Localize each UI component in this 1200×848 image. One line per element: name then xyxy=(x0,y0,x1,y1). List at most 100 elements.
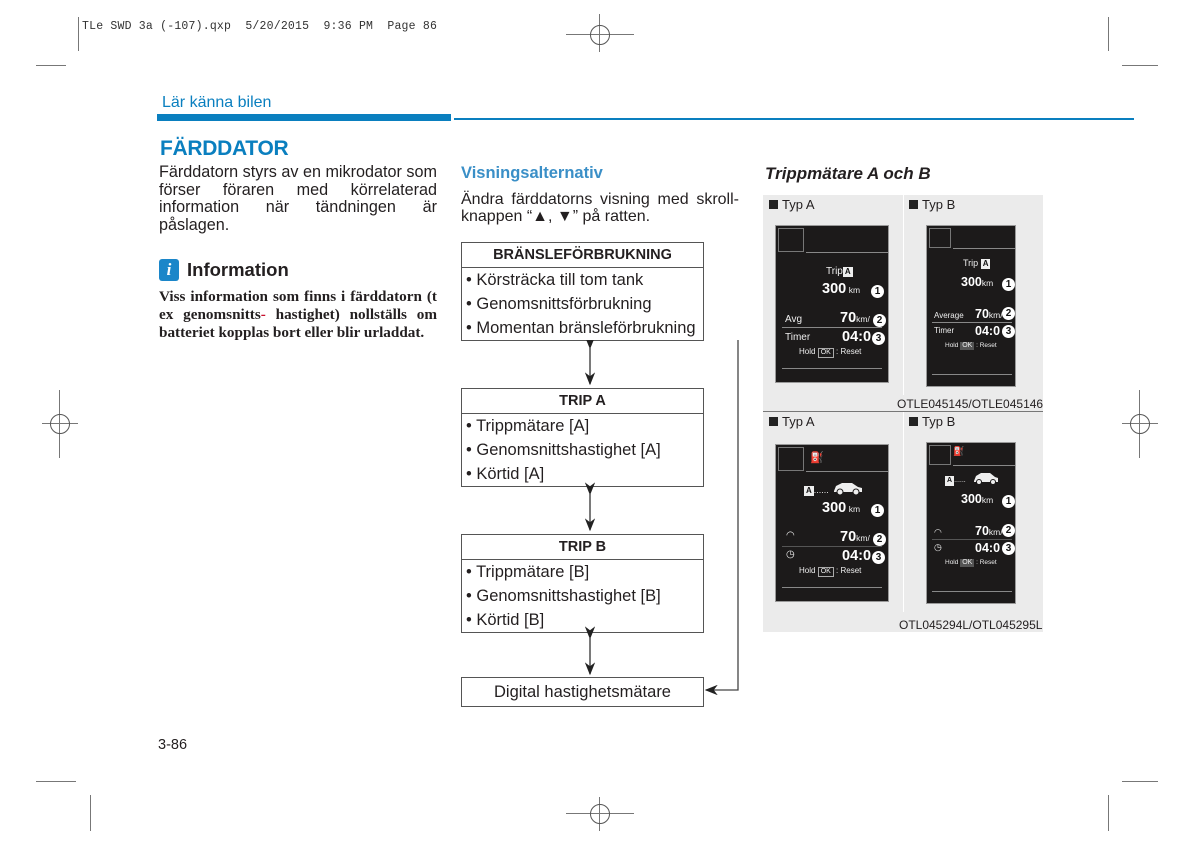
time-value: 04:0 xyxy=(975,324,1001,338)
trip-label: Trip xyxy=(826,266,843,277)
fuel-pump-icon: ⛽ xyxy=(953,446,965,456)
car-icon xyxy=(834,483,862,496)
speed-unit: km/ xyxy=(856,533,870,543)
callout-marker: 2 xyxy=(873,314,886,327)
car-icon xyxy=(974,473,998,485)
trip-dots: ...... xyxy=(813,485,829,495)
distance-unit: km xyxy=(981,278,994,288)
info-title: Information xyxy=(187,259,289,280)
trip-tag: A xyxy=(980,259,991,269)
type-label-text: Typ A xyxy=(782,197,815,212)
reset-text: : Reset xyxy=(976,342,997,349)
callout-marker: 2 xyxy=(1002,524,1015,537)
speed-value: 70 xyxy=(975,524,989,538)
cluster-screen: Trip A 300 km 1 Avg 70km/ 2 Timer 04:0 3 … xyxy=(775,225,889,383)
timer-label: Timer xyxy=(785,332,811,343)
loop-arrow-icon xyxy=(704,340,739,696)
info-body-hyphen: - xyxy=(260,306,266,323)
subsection-title: Visningsalternativ xyxy=(461,164,603,182)
page-title: FÄRDDATOR xyxy=(160,137,289,160)
distance-value: 300 xyxy=(822,281,847,297)
header-rule-thick xyxy=(157,114,451,121)
type-label-text: Typ A xyxy=(782,414,815,429)
crop-mark xyxy=(36,65,66,66)
ok-button-glyph: OK xyxy=(960,342,975,350)
avg-label: Avg xyxy=(785,314,803,325)
ok-button-glyph: OK xyxy=(817,567,834,577)
type-label: Typ B xyxy=(909,414,955,429)
clock-icon: ◷ xyxy=(934,542,942,552)
square-bullet-icon xyxy=(769,417,778,426)
trip-tag: A xyxy=(804,486,814,496)
timer-label: Timer xyxy=(934,326,955,335)
callout-marker: 1 xyxy=(871,285,884,298)
panel-divider xyxy=(903,412,904,612)
flow-box-item: • Körsträcka till tom tank xyxy=(466,271,644,289)
distance-unit: km xyxy=(848,504,861,514)
fuel-pump-icon: ⛽ xyxy=(810,452,824,464)
type-label-text: Typ B xyxy=(922,414,956,429)
hold-text: Hold xyxy=(945,559,959,566)
distance-value: 300 xyxy=(961,275,982,289)
hold-text: Hold xyxy=(945,342,959,349)
square-bullet-icon xyxy=(909,200,918,209)
hold-text: Hold xyxy=(799,347,816,356)
ok-button-glyph: OK xyxy=(817,348,834,358)
trip-dots: ...... xyxy=(954,477,966,484)
flow-arrows xyxy=(584,340,739,696)
print-slug: TLe SWD 3a (-107).qxp 5/20/2015 9:36 PM … xyxy=(82,20,438,33)
crop-mark xyxy=(36,781,76,782)
callout-marker: 1 xyxy=(1002,495,1015,508)
callout-marker: 3 xyxy=(1002,325,1015,338)
callout-marker: 3 xyxy=(1002,542,1015,555)
callout-marker: 3 xyxy=(872,332,885,345)
header-rule-thin xyxy=(454,118,1134,120)
distance-unit: km xyxy=(981,495,994,505)
callout-marker: 3 xyxy=(872,551,885,564)
reset-text: : Reset xyxy=(836,347,862,356)
trip-label: Trip xyxy=(963,258,979,268)
time-value: 04:0 xyxy=(842,329,872,345)
flow-box-item: • Momentan bränsleförbrukning xyxy=(466,319,696,337)
distance-value: 300 xyxy=(961,492,982,506)
flow-box-fuel: BRÄNSLEFÖRBRUKNING • Körsträcka till tom… xyxy=(461,242,704,341)
speed-unit: km/ xyxy=(988,310,1003,320)
avg-label: Average xyxy=(934,311,964,320)
panel-divider xyxy=(903,195,904,395)
callout-marker: 1 xyxy=(1002,278,1015,291)
speedometer-icon: ◠ xyxy=(786,530,795,541)
distance-unit: km xyxy=(848,285,861,295)
type-label: Typ A xyxy=(769,414,815,429)
type-label-text: Typ B xyxy=(922,197,956,212)
reset-text: : Reset xyxy=(976,559,997,566)
speed-unit: km/ xyxy=(988,527,1003,537)
crop-mark xyxy=(78,17,79,51)
speed-unit: km/ xyxy=(856,314,870,324)
callout-marker: 1 xyxy=(871,504,884,517)
crop-mark xyxy=(1122,781,1158,782)
ok-button-glyph: OK xyxy=(960,559,975,567)
cluster-screen: ⛽ A...... 300km 1 ◠ 70km/ 2 ◷ 04:0 3 Hol… xyxy=(926,442,1016,604)
square-bullet-icon xyxy=(909,417,918,426)
reset-text: : Reset xyxy=(836,566,862,575)
clock-icon: ◷ xyxy=(786,549,795,560)
intro-paragraph: Färddatorn styrs av en mikrodator som fö… xyxy=(159,163,437,234)
trip-tag: A xyxy=(842,267,853,277)
info-icon: i xyxy=(159,259,179,281)
callout-marker: 2 xyxy=(1002,307,1015,320)
type-label: Typ A xyxy=(769,197,815,212)
flow-box-header: BRÄNSLEFÖRBRUKNING xyxy=(462,243,703,268)
figure-caption: OTL045294L/OTL045295L xyxy=(899,618,1043,632)
type-label: Typ B xyxy=(909,197,955,212)
speed-value: 70 xyxy=(840,310,857,326)
hold-text: Hold xyxy=(799,566,816,575)
speedometer-icon: ◠ xyxy=(934,527,942,537)
crop-mark xyxy=(1122,65,1158,66)
figure-caption: OTLE045145/OTLE045146 xyxy=(897,397,1044,411)
distance-value: 300 xyxy=(822,500,847,516)
section-title: Lär känna bilen xyxy=(162,94,272,111)
cluster-screen: ⛽ A...... 300 km 1 ◠ 70km/ 2 ◷ 04:0 3 Ho… xyxy=(775,444,889,602)
speed-value: 70 xyxy=(975,307,989,321)
display-options-paragraph: Ändra färddatorns visning med skroll-kna… xyxy=(461,191,739,225)
time-value: 04:0 xyxy=(975,541,1001,555)
